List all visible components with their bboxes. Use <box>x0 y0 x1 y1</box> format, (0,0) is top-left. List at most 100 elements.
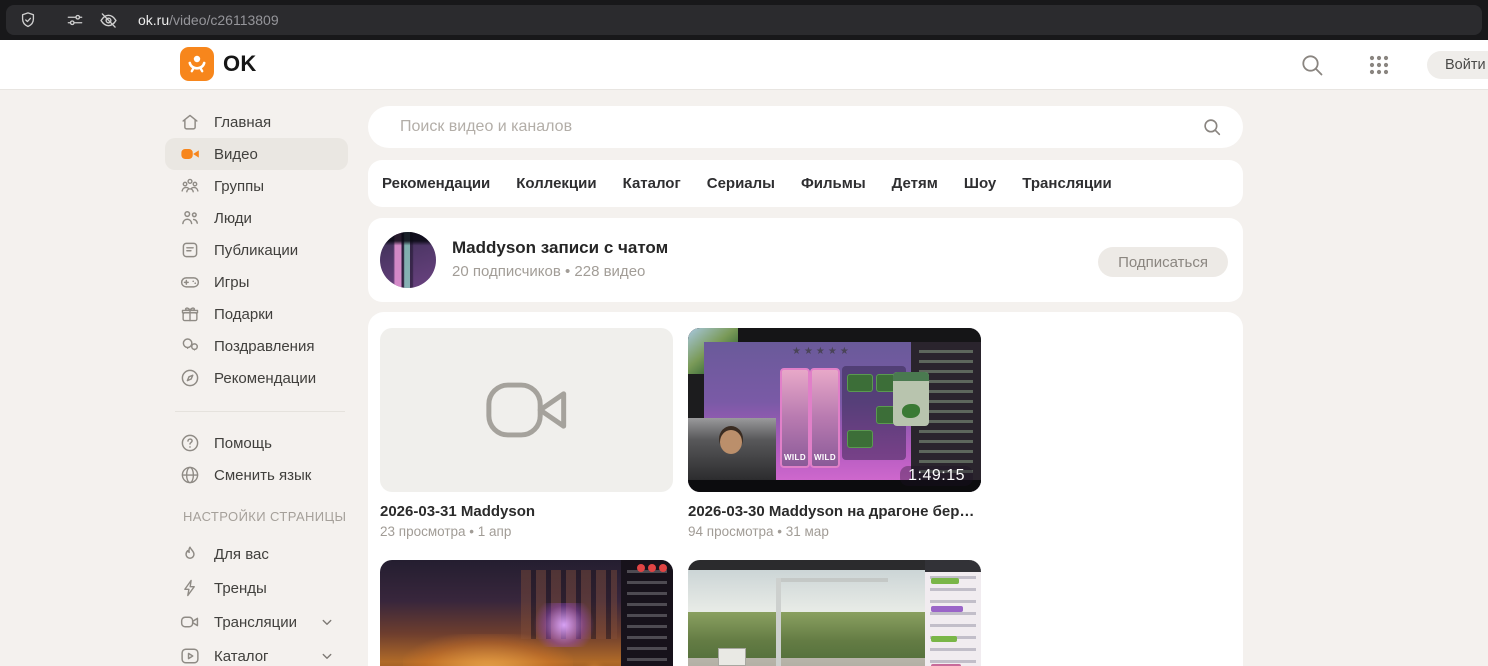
sidebar-item-label: Каталог <box>214 647 269 665</box>
wild-label: WILD <box>813 453 837 462</box>
chat-username-tag <box>931 606 963 612</box>
stars-icon <box>792 346 852 357</box>
thumb-mission-panel <box>893 372 929 426</box>
sidebar-item-home[interactable]: Главная <box>165 106 348 138</box>
login-button[interactable]: Войти <box>1427 51 1488 79</box>
sidebar-item-catalog[interactable]: Каталог <box>165 639 348 666</box>
sidebar-item-recommendations[interactable]: Рекомендации <box>165 362 348 394</box>
sidebar-item-label: Группы <box>214 177 264 195</box>
shield-icon[interactable] <box>18 10 38 30</box>
sidebar-item-label: Рекомендации <box>214 369 317 387</box>
eye-off-icon[interactable] <box>98 10 119 31</box>
sidebar-item-label: Тренды <box>214 579 267 597</box>
sidebar-main-nav: Главная Видео Группы Люди Публикации Игр… <box>165 106 348 394</box>
url-text[interactable]: ok.ru/video/c26113809 <box>138 12 279 28</box>
signal-pole <box>776 578 781 666</box>
stream-camera-icon <box>179 611 201 633</box>
sidebar-item-games[interactable]: Игры <box>165 266 348 298</box>
sidebar-item-change-language[interactable]: Сменить язык <box>165 459 348 491</box>
road-sign <box>718 648 746 666</box>
question-circle-icon <box>179 432 201 454</box>
chat-username-tag <box>931 578 959 584</box>
channel-header-card: Maddyson записи с чатом 20 подписчиков •… <box>368 218 1243 302</box>
video-title[interactable]: 2026-03-30 Maddyson на драгоне берёт… <box>688 503 981 520</box>
sidebar-settings-nav: Для вас Тренды Трансляции Каталог <box>165 537 348 666</box>
video-title[interactable]: 2026-03-31 Maddyson <box>380 503 673 520</box>
sidebar-item-people[interactable]: Люди <box>165 202 348 234</box>
sidebar-item-streams[interactable]: Трансляции <box>165 605 348 639</box>
tab-series[interactable]: Сериалы <box>707 175 775 192</box>
apps-grid-icon[interactable] <box>1365 51 1393 79</box>
slot-wild-column: WILD <box>780 368 810 468</box>
channel-avatar[interactable] <box>380 232 436 288</box>
video-grid-card: 2026-03-31 Maddyson 23 просмотра • 1 апр… <box>368 312 1243 666</box>
tab-collections[interactable]: Коллекции <box>516 175 596 192</box>
sidebar-item-label: Игры <box>214 273 250 291</box>
sidebar-item-label: Видео <box>214 145 258 163</box>
video-thumbnail-4[interactable] <box>688 560 981 666</box>
video-placeholder-icon <box>485 382 566 438</box>
thumb-light-flare <box>532 602 597 647</box>
category-tabs: Рекомендации Коллекции Каталог Сериалы Ф… <box>368 160 1243 207</box>
header-search-icon[interactable] <box>1298 51 1326 79</box>
thumb-chat-layer <box>925 560 981 666</box>
search-input[interactable] <box>398 117 1201 137</box>
sidebar-item-label: Публикации <box>214 241 299 259</box>
slot-wild-column: WILD <box>810 368 840 468</box>
ok-video-page: ok.ru/video/c26113809 OK Войти Главная В… <box>0 0 1488 666</box>
sidebar-item-label: Поздравления <box>214 337 315 355</box>
globe-icon <box>179 464 201 486</box>
video-thumbnail-2[interactable]: WILD WILD 1:49:15 <box>688 328 981 492</box>
channel-name[interactable]: Maddyson записи с чатом <box>452 238 668 258</box>
channel-stats: 20 подписчиков • 228 видео <box>452 263 646 280</box>
sidebar-item-label: Помощь <box>214 434 272 452</box>
sidebar-item-label: Главная <box>214 113 272 131</box>
sidebar-item-label: Люди <box>214 209 252 227</box>
tracking-controls-icon[interactable] <box>65 10 85 30</box>
sidebar-secondary-nav: Помощь Сменить язык <box>165 427 348 491</box>
sidebar-item-publications[interactable]: Публикации <box>165 234 348 266</box>
video-meta: 23 просмотра • 1 апр <box>380 524 512 539</box>
sidebar-item-gifts[interactable]: Подарки <box>165 298 348 330</box>
tab-catalog[interactable]: Каталог <box>623 175 681 192</box>
tab-recommendations[interactable]: Рекомендации <box>382 175 490 192</box>
home-icon <box>179 111 201 133</box>
tab-streams[interactable]: Трансляции <box>1022 175 1111 192</box>
sidebar-item-groups[interactable]: Группы <box>165 170 348 202</box>
document-icon <box>179 239 201 261</box>
video-thumbnail-1[interactable] <box>380 328 673 492</box>
browser-address-bar[interactable]: ok.ru/video/c26113809 <box>6 5 1482 35</box>
flame-icon <box>179 543 201 565</box>
sidebar-item-help[interactable]: Помощь <box>165 427 348 459</box>
streamer-head <box>720 430 742 454</box>
ok-logo[interactable]: OK <box>180 47 257 81</box>
sidebar-item-for-you[interactable]: Для вас <box>165 537 348 571</box>
wild-label: WILD <box>783 453 807 462</box>
chevron-down-icon <box>318 647 336 665</box>
compass-icon <box>179 367 201 389</box>
subscribe-button[interactable]: Подписаться <box>1098 247 1228 277</box>
ok-logo-text: OK <box>223 51 257 76</box>
sidebar-item-label: Для вас <box>214 545 269 563</box>
sidebar-item-trends[interactable]: Тренды <box>165 571 348 605</box>
catalog-play-icon <box>179 645 201 666</box>
signal-arm <box>776 578 888 582</box>
tab-kids[interactable]: Детям <box>892 175 938 192</box>
lightning-icon <box>179 577 201 599</box>
sidebar-item-label: Подарки <box>214 305 274 323</box>
sidebar-item-video[interactable]: Видео <box>165 138 348 170</box>
gamepad-icon <box>179 271 201 293</box>
tab-movies[interactable]: Фильмы <box>801 175 866 192</box>
people-icon <box>179 207 201 229</box>
video-thumbnail-3[interactable] <box>380 560 673 666</box>
donation-dots <box>659 564 667 572</box>
video-search-bar <box>368 106 1243 148</box>
sidebar-item-label: Сменить язык <box>214 466 312 484</box>
sidebar-divider <box>175 411 345 412</box>
page-settings-section-title: НАСТРОЙКИ СТРАНИЦЫ <box>183 509 347 524</box>
video-meta: 94 просмотра • 31 мар <box>688 524 829 539</box>
tab-show[interactable]: Шоу <box>964 175 996 192</box>
ok-logo-icon <box>180 47 214 81</box>
search-icon[interactable] <box>1201 116 1223 138</box>
sidebar-item-congratulations[interactable]: Поздравления <box>165 330 348 362</box>
